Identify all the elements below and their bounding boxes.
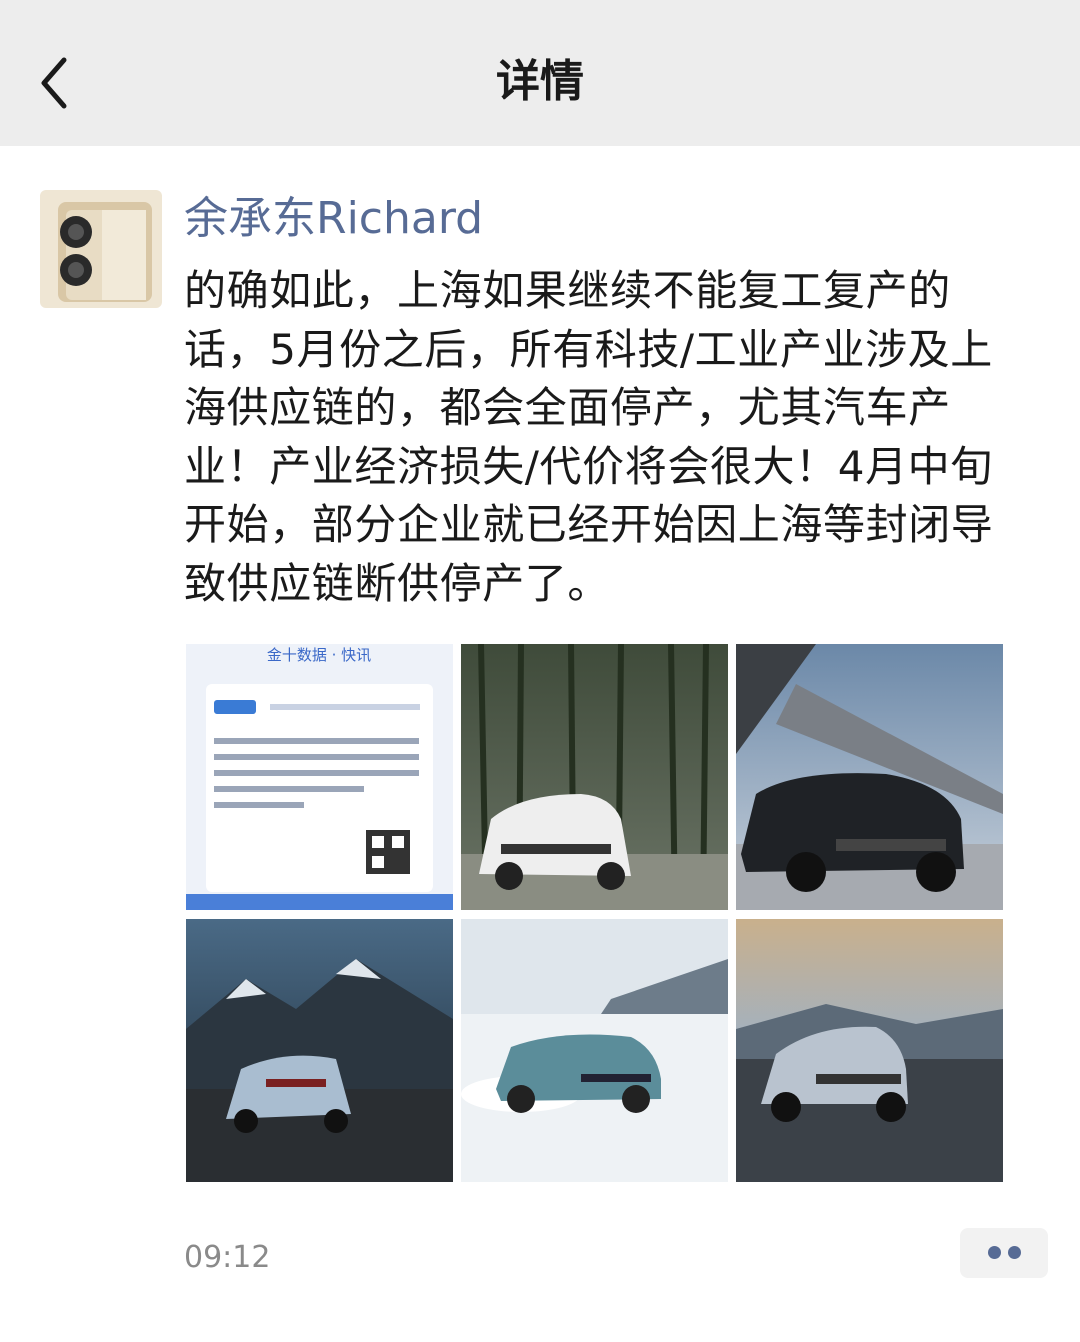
image-news-screenshot[interactable]: 金十数据 · 快讯	[186, 644, 453, 910]
avatar[interactable]	[40, 190, 162, 308]
page-title: 详情	[496, 56, 584, 107]
news-headline: 金十数据 · 快讯	[267, 646, 371, 664]
post-text: 的确如此，上海如果继续不能复工复产的话，5月份之后，所有科技/工业产业涉及上海供…	[184, 266, 994, 608]
more-dots-icon-dot	[1008, 1246, 1021, 1259]
image-grid: 金十数据 · 快讯	[186, 644, 1004, 1182]
more-dots-icon	[988, 1246, 1001, 1259]
image-car-bamboo[interactable]	[461, 644, 728, 910]
image-car-mountain[interactable]	[186, 919, 453, 1185]
nav-bar: 详情	[0, 0, 1080, 146]
image-car-building[interactable]	[736, 644, 1003, 910]
image-car-snow[interactable]	[461, 919, 728, 1185]
author-name[interactable]: 余承东Richard	[184, 190, 483, 248]
more-button[interactable]	[960, 1228, 1048, 1278]
image-car-highway[interactable]	[736, 919, 1003, 1185]
post-time: 09:12	[184, 1240, 271, 1275]
